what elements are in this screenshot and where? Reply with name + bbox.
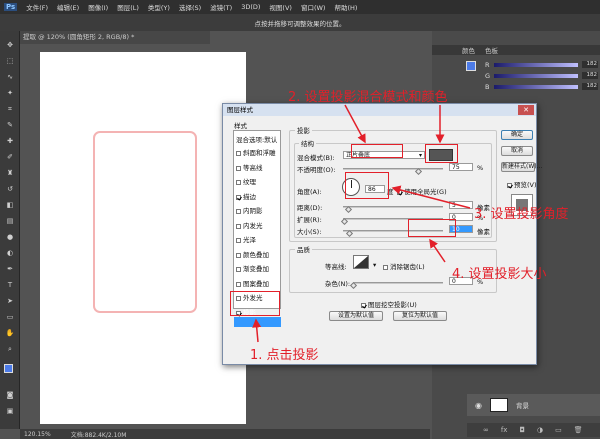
annotation-step3: 3. 设置投影角度 bbox=[474, 207, 569, 222]
annotation-step4: 4. 设置投影大小 bbox=[452, 267, 547, 282]
annotation-step2: 2. 设置投影混合模式和颜色 bbox=[288, 90, 448, 105]
annotation-step1: 1. 点击投影 bbox=[250, 348, 319, 363]
